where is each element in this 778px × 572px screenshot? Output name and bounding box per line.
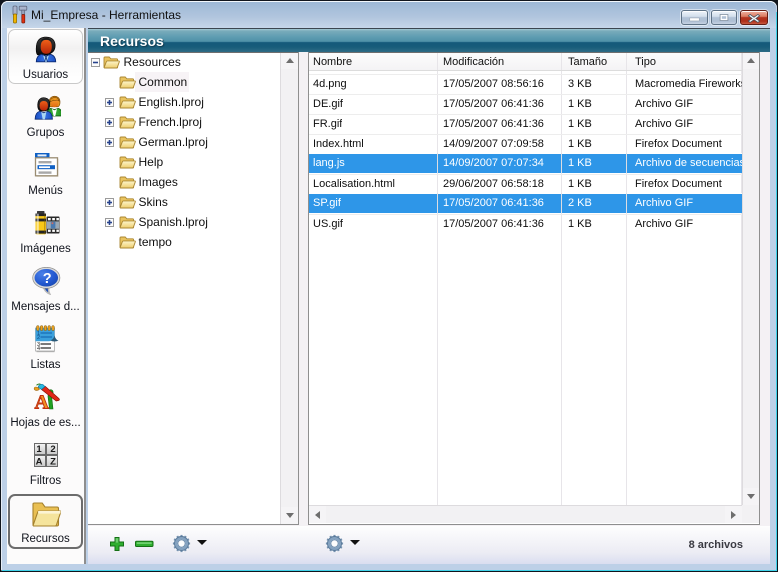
svg-text:?: ? (42, 271, 51, 287)
svg-text:2: 2 (50, 444, 55, 455)
svg-text:2: 2 (37, 335, 40, 341)
svg-text:4: 4 (37, 346, 40, 352)
svg-text:A: A (35, 457, 42, 468)
svg-text:1: 1 (36, 444, 42, 455)
svg-text:Z: Z (50, 457, 56, 468)
